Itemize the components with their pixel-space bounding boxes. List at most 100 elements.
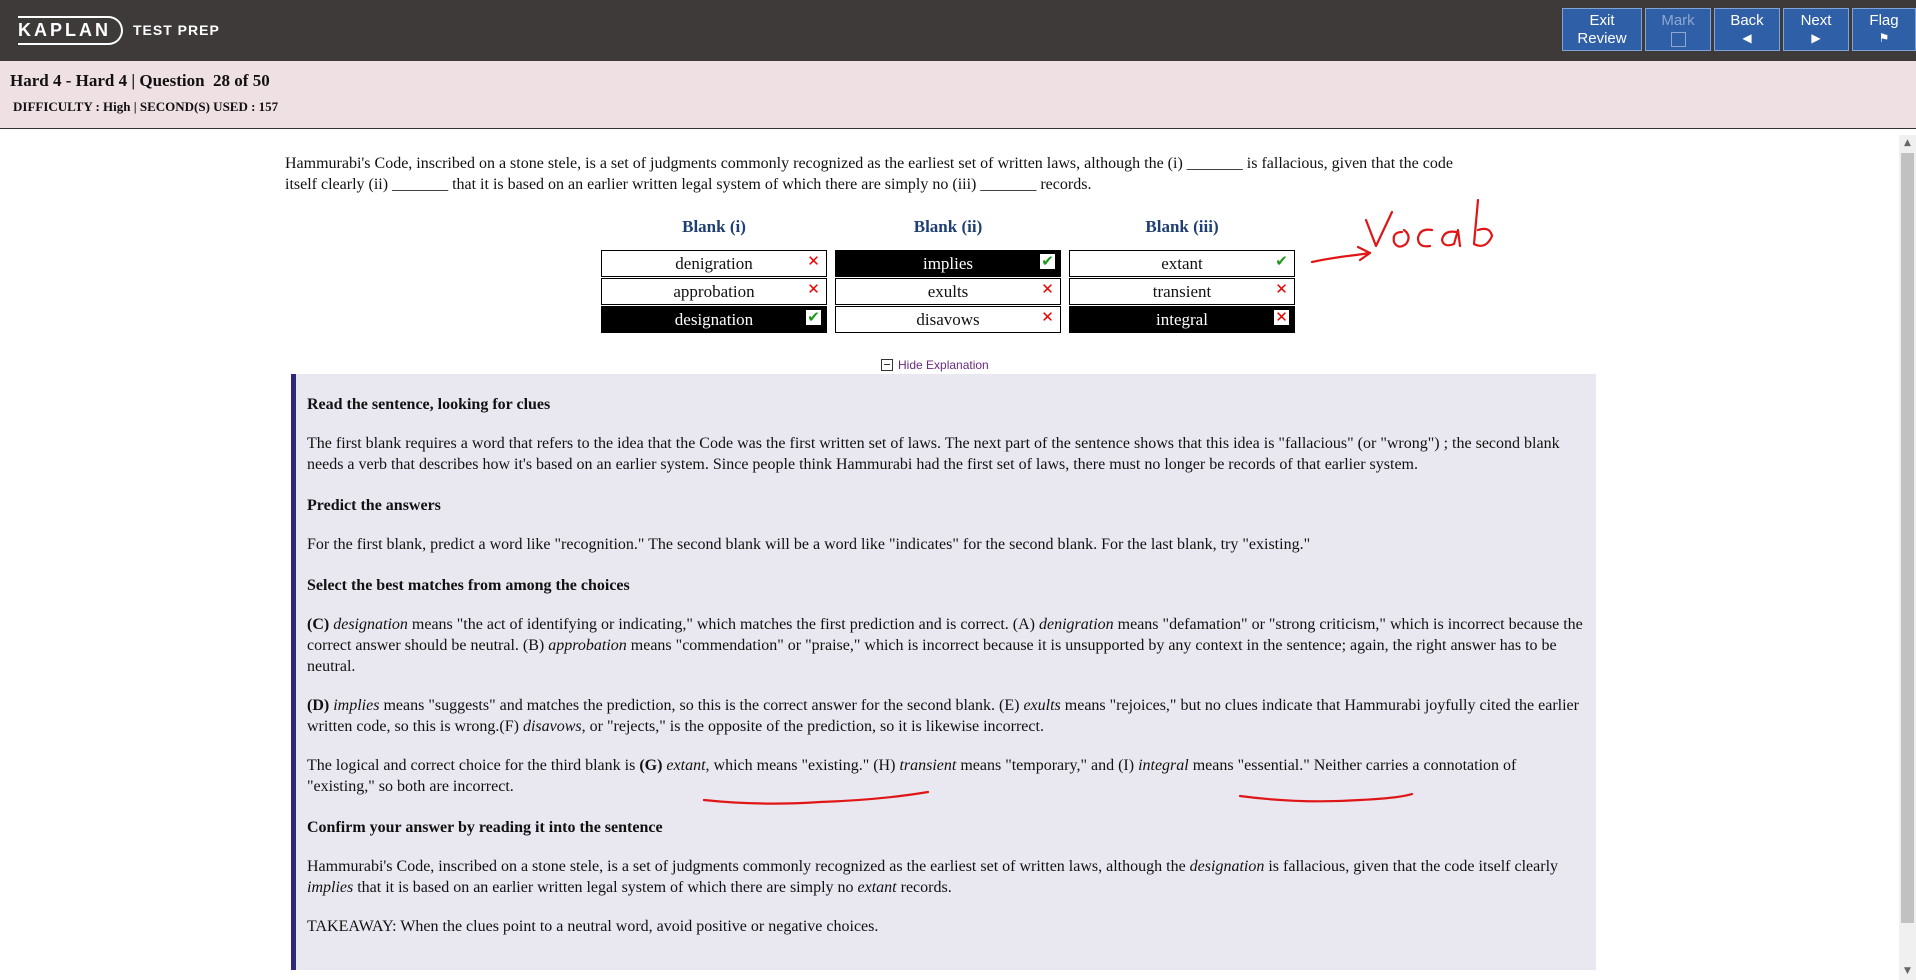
question-title: Hard 4 - Hard 4 | Question 28 of 50	[10, 71, 270, 90]
next-label: Next	[1800, 12, 1832, 29]
answer-option[interactable]: denigration ✕	[601, 250, 827, 277]
answer-option[interactable]: extant ✔	[1069, 250, 1295, 277]
next-button[interactable]: Next ▶	[1783, 8, 1849, 51]
explanation-heading: Predict the answers	[307, 497, 441, 514]
answer-option-selected[interactable]: designation ✔	[601, 306, 827, 333]
flag-button[interactable]: Flag ⚑	[1852, 8, 1916, 51]
text-span: Hammurabi's Code, inscribed on a stone s…	[307, 858, 1190, 875]
text-span: means "suggests" and matches the predict…	[379, 697, 1024, 714]
collapse-icon	[881, 359, 893, 371]
text-span: means "the act of identifying or indicat…	[407, 616, 1039, 633]
answer-option[interactable]: approbation ✕	[601, 278, 827, 305]
question-header: Hard 4 - Hard 4 | Question 28 of 50 DIFF…	[0, 61, 1916, 129]
explanation-paragraph: The first blank requires a word that ref…	[307, 435, 1560, 473]
explanation-heading: Select the best matches from among the c…	[307, 577, 630, 594]
correct-check-icon: ✔	[1040, 252, 1055, 270]
mark-checkbox[interactable]	[1670, 32, 1686, 47]
scroll-up-icon[interactable]: ▲	[1899, 135, 1916, 152]
explanation-paragraph: (C) designation means "the act of identi…	[307, 614, 1588, 677]
explanation-paragraph: Hammurabi's Code, inscribed on a stone s…	[307, 856, 1588, 898]
hide-explanation-link[interactable]: Hide Explanation	[881, 358, 989, 372]
nav-buttons: Exit Review Mark Back ◀ Next ▶ Flag ⚑	[1562, 8, 1916, 51]
text-span: is fallacious, given that the code itsel…	[1264, 858, 1559, 875]
vocab-handwriting	[1364, 198, 1494, 248]
incorrect-x-icon: ✕	[1274, 308, 1289, 326]
back-label: Back	[1730, 12, 1764, 29]
correct-check-icon: ✔	[1275, 252, 1288, 270]
explanation-heading: Read the sentence, looking for clues	[307, 396, 551, 413]
page-scrollbar[interactable]: ▲ ▼	[1899, 135, 1916, 980]
back-arrow-icon: ◀	[1742, 31, 1752, 45]
explanation-heading: Confirm your answer by reading it into t…	[307, 819, 663, 836]
choice-word: extant	[857, 879, 897, 896]
logo-main-text: KAPLAN	[18, 15, 123, 45]
mark-label: Mark	[1661, 12, 1695, 29]
next-arrow-icon: ▶	[1811, 31, 1821, 45]
option-text: exults	[927, 281, 969, 301]
option-text: denigration	[675, 253, 753, 273]
choice-word: designation	[1189, 858, 1265, 875]
option-text: transient	[1152, 281, 1212, 301]
choice-word: designation	[333, 616, 408, 633]
option-text: implies	[922, 253, 974, 273]
choice-word: integral	[1138, 757, 1189, 774]
choice-word: implies	[333, 697, 380, 714]
explanation-paragraph: (D) implies means "suggests" and matches…	[307, 695, 1588, 737]
choice-word: denigration	[1038, 616, 1114, 633]
text-span: that it is based on an earlier written l…	[353, 879, 858, 896]
flag-icon: ⚑	[1878, 31, 1890, 45]
exit-review-button[interactable]: Exit Review	[1562, 8, 1642, 51]
answer-option[interactable]: disavows ✕	[835, 306, 1061, 333]
question-line-1: Hammurabi's Code, inscribed on a stone s…	[285, 155, 1453, 172]
answer-option-selected[interactable]: implies ✔	[835, 250, 1061, 277]
text-span: , or "rejects," is the opposite of the p…	[581, 718, 1044, 735]
kaplan-logo: KAPLAN TEST PREP	[18, 12, 220, 48]
option-text: extant	[1161, 253, 1203, 273]
exit-label: Exit	[1589, 12, 1615, 29]
option-text: approbation	[673, 281, 755, 301]
choice-letter: (D)	[307, 697, 330, 714]
incorrect-x-icon: ✕	[807, 252, 820, 270]
back-button[interactable]: Back ◀	[1714, 8, 1780, 51]
question-line-2: itself clearly (ii) _______ that it is b…	[285, 176, 1092, 193]
blank-header: Blank (ii)	[913, 217, 983, 236]
text-span: The logical and correct choice for the t…	[307, 757, 640, 774]
option-text: disavows	[916, 309, 980, 329]
blank-column-ii: Blank (ii) implies ✔ exults ✕ disavows ✕	[835, 214, 1061, 334]
choice-letter: (C)	[307, 616, 330, 633]
top-bar: KAPLAN TEST PREP Exit Review Mark Back ◀…	[0, 0, 1916, 61]
answer-option-selected[interactable]: integral ✕	[1069, 306, 1295, 333]
answer-option[interactable]: exults ✕	[835, 278, 1061, 305]
choice-word: disavows	[522, 718, 582, 735]
incorrect-x-icon: ✕	[1041, 280, 1054, 298]
blank-column-iii: Blank (iii) extant ✔ transient ✕ integral ✕	[1069, 214, 1295, 334]
answer-option[interactable]: transient ✕	[1069, 278, 1295, 305]
blank-header: Blank (iii)	[1145, 217, 1219, 236]
choice-word: transient	[899, 757, 957, 774]
choice-word: exults	[1023, 697, 1061, 714]
text-span: means "temporary," and (I)	[956, 757, 1139, 774]
text-span: records.	[896, 879, 952, 896]
choice-letter: (G)	[639, 757, 663, 774]
scroll-down-icon[interactable]: ▼	[1899, 963, 1916, 980]
mark-button[interactable]: Mark	[1645, 8, 1711, 51]
explanation-paragraph: The logical and correct choice for the t…	[307, 755, 1588, 797]
blank-column-i: Blank (i) denigration ✕ approbation ✕ desi…	[601, 214, 827, 334]
choice-word: approbation	[548, 637, 627, 654]
option-text: integral	[1156, 309, 1208, 329]
takeaway: TAKEAWAY: When the clues point to a neut…	[307, 918, 879, 935]
question-stem: Hammurabi's Code, inscribed on a stone s…	[285, 153, 1605, 195]
option-text: designation	[674, 309, 754, 329]
text-span: , which means "existing." (H)	[705, 757, 900, 774]
incorrect-x-icon: ✕	[807, 280, 820, 298]
annotation-arrow	[1310, 251, 1372, 264]
review-label: Review	[1577, 30, 1627, 47]
correct-check-icon: ✔	[806, 308, 821, 326]
answer-blanks: Blank (i) denigration ✕ approbation ✕ desi…	[601, 214, 1295, 334]
scrollbar-thumb[interactable]	[1901, 153, 1914, 923]
annotation-arrowhead	[1356, 245, 1372, 262]
explanation-paragraph: For the first blank, predict a word like…	[307, 536, 1311, 553]
incorrect-x-icon: ✕	[1275, 280, 1288, 298]
flag-label: Flag	[1869, 12, 1899, 29]
question-meta: DIFFICULTY : High | SECOND(S) USED : 157	[13, 99, 279, 114]
